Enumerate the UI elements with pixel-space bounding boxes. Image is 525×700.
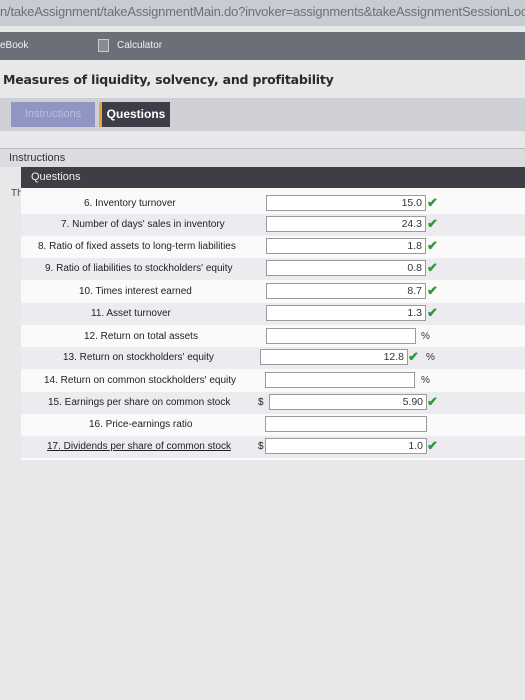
toolbar: eBook Calculator: [0, 32, 525, 60]
answer-input[interactable]: 1.3: [266, 305, 426, 321]
ebook-link[interactable]: eBook: [0, 40, 28, 51]
check-icon: ✔: [427, 260, 438, 275]
tab-questions[interactable]: Questions: [99, 102, 170, 127]
check-icon: ✔: [427, 238, 438, 253]
check-icon: ✔: [408, 349, 419, 364]
row-label: 6. Inventory turnover: [84, 198, 176, 209]
questions-section-header[interactable]: Questions: [21, 167, 525, 188]
row-label: 13. Return on stockholders' equity: [63, 352, 214, 363]
row-label: 7. Number of days' sales in inventory: [61, 219, 225, 230]
table-row: 14. Return on common stockholders' equit…: [21, 370, 525, 392]
answer-input[interactable]: [266, 328, 416, 344]
row-label: 11. Asset turnover: [91, 308, 171, 319]
row-label: 12. Return on total assets: [84, 331, 198, 342]
check-icon: ✔: [427, 305, 438, 320]
percent-unit: %: [421, 375, 430, 386]
answer-input[interactable]: 1.0: [265, 438, 427, 454]
table-row: 10. Times interest earned 8.7 ✔: [21, 281, 525, 303]
check-icon: ✔: [427, 283, 438, 298]
answer-input[interactable]: 12.8: [260, 349, 408, 365]
answer-input[interactable]: 8.7: [266, 283, 426, 299]
answer-input[interactable]: 1.8: [266, 238, 426, 254]
row-label: 8. Ratio of fixed assets to long-term li…: [38, 241, 236, 252]
table-row: 7. Number of days' sales in inventory 24.…: [21, 214, 525, 236]
tab-instructions[interactable]: Instructions: [11, 102, 95, 127]
answer-input[interactable]: 5.90: [269, 394, 427, 410]
check-icon: ✔: [427, 216, 438, 231]
row-label: 10. Times interest earned: [79, 286, 192, 297]
table-row: 15. Earnings per share on common stock $5…: [21, 392, 525, 414]
answer-input[interactable]: [265, 416, 427, 432]
table-row: 8. Ratio of fixed assets to long-term li…: [21, 236, 525, 258]
percent-unit: %: [426, 352, 435, 363]
questions-header-label: Questions: [31, 171, 81, 183]
answer-input[interactable]: 24.3: [266, 216, 426, 232]
table-row: 9. Ratio of liabilities to stockholders'…: [21, 258, 525, 280]
check-icon: ✔: [427, 195, 438, 210]
instructions-section-header[interactable]: Instructions: [0, 148, 525, 167]
answer-input[interactable]: [265, 372, 415, 388]
row-label: 16. Price-earnings ratio: [89, 419, 193, 430]
row-label: 14. Return on common stockholders' equit…: [44, 375, 237, 386]
calculator-icon[interactable]: [98, 39, 109, 52]
table-row: 17. Dividends per share of common stock $…: [21, 436, 525, 458]
currency-symbol: $: [258, 397, 264, 408]
address-bar[interactable]: n/takeAssignment/takeAssignmentMain.do?i…: [0, 0, 525, 26]
check-icon: ✔: [427, 438, 438, 453]
table-row: 13. Return on stockholders' equity 12.8 ✔%: [21, 347, 525, 369]
instructions-header-label: Instructions: [9, 152, 66, 164]
row-label: 15. Earnings per share on common stock: [48, 397, 231, 408]
table-row: 11. Asset turnover 1.3 ✔: [21, 303, 525, 325]
calculator-link[interactable]: Calculator: [117, 40, 162, 51]
table-row: 16. Price-earnings ratio: [21, 414, 525, 436]
page-title: Measures of liquidity, solvency, and pro…: [3, 72, 334, 87]
check-icon: ✔: [427, 394, 438, 409]
answer-input[interactable]: 0.8: [266, 260, 426, 276]
answer-input[interactable]: 15.0: [266, 195, 426, 211]
row-label: 17. Dividends per share of common stock: [47, 441, 231, 452]
url-text: n/takeAssignment/takeAssignmentMain.do?i…: [0, 4, 525, 19]
table-row: 12. Return on total assets%: [21, 326, 525, 348]
table-row: 6. Inventory turnover 15.0 ✔: [21, 193, 525, 215]
row-label: 9. Ratio of liabilities to stockholders'…: [45, 263, 233, 274]
percent-unit: %: [421, 331, 430, 342]
currency-symbol: $: [258, 441, 264, 452]
